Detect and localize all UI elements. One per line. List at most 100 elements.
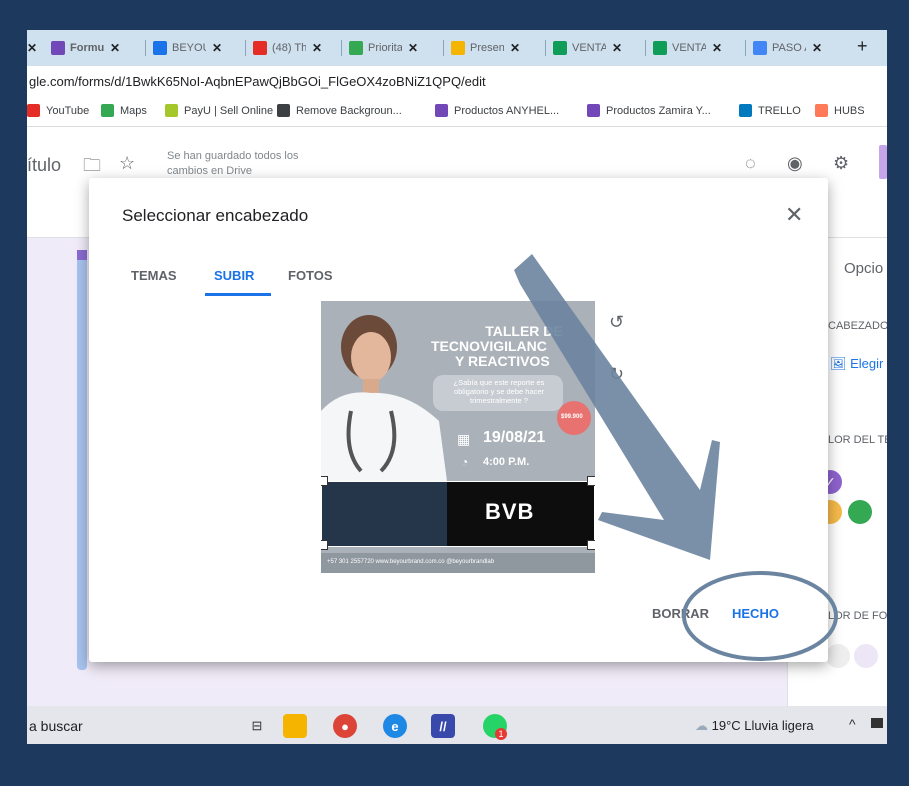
- tab-close-icon[interactable]: ✕: [812, 41, 822, 55]
- poster-time: 4:00 P.M.: [483, 456, 530, 468]
- sheets-icon: [553, 41, 567, 55]
- tab-subir[interactable]: SUBIR: [214, 268, 254, 283]
- save-status: Se han guardado todos los cambios en Dri…: [167, 150, 299, 177]
- nurse-face: [351, 332, 391, 382]
- forms-icon: [51, 41, 65, 55]
- price-badge-text: $99.900: [561, 414, 583, 420]
- crop-handle[interactable]: [321, 540, 328, 550]
- tab-close-icon[interactable]: ✕: [110, 41, 120, 55]
- chrome-icon[interactable]: ●: [333, 714, 357, 738]
- tab-fotos[interactable]: FOTOS: [288, 268, 333, 283]
- done-button[interactable]: HECHO: [732, 606, 779, 621]
- send-button[interactable]: [879, 145, 887, 179]
- crop-frame[interactable]: [321, 481, 595, 547]
- tab-separator: [443, 40, 444, 56]
- bookmark-label: Maps: [120, 104, 147, 117]
- theme-color-swatch[interactable]: [848, 500, 872, 524]
- poster-headline-1: TALLER DE: [485, 323, 563, 339]
- poster-question: ¿Sabía que este reporte es obligatorio y…: [453, 378, 545, 405]
- tab-close-icon[interactable]: ✕: [212, 41, 222, 55]
- dialog-title: Seleccionar encabezado: [122, 206, 309, 225]
- calendar-icon: ▦: [457, 431, 471, 447]
- windows-taskbar: a buscar ⊟ ● e // 1 ☁ 19°C Lluvia ligera…: [27, 706, 887, 744]
- tab-close-partial[interactable]: ✕: [27, 38, 37, 58]
- bookmark-label: Productos ANYHEL...: [454, 104, 560, 117]
- crop-handle[interactable]: [321, 476, 328, 486]
- taskbar-search[interactable]: a buscar: [29, 718, 83, 734]
- bookmark-icon: [815, 104, 828, 117]
- bookmark-item[interactable]: YouTube: [27, 104, 89, 117]
- drive-icon: [349, 41, 363, 55]
- uploaded-image-preview[interactable]: BVB +57 301 2557720 www.beyourbrand.com.…: [321, 301, 595, 573]
- battery-icon: [871, 718, 883, 728]
- bookmark-item[interactable]: Productos ANYHEL...: [435, 104, 559, 117]
- close-icon[interactable]: ✕: [785, 202, 803, 228]
- app-icon[interactable]: //: [431, 714, 455, 738]
- bookmark-item[interactable]: PayU | Sell Online: [165, 104, 273, 117]
- preview-eye-icon[interactable]: ◉: [787, 153, 803, 174]
- weather-icon: ☁: [695, 718, 708, 733]
- bookmark-item[interactable]: Productos Zamira Y...: [587, 104, 711, 117]
- weather-widget[interactable]: ☁ 19°C Lluvia ligera: [695, 718, 814, 734]
- address-bar[interactable]: gle.com/forms/d/1BwkK65NoI-AqbnEPawQjBbG…: [27, 66, 887, 96]
- palette-icon[interactable]: ◌: [745, 153, 756, 174]
- settings-gear-icon[interactable]: ⚙: [833, 153, 849, 174]
- task-view-icon[interactable]: ⊟: [245, 714, 269, 738]
- poster-footer: +57 301 2557720 www.beyourbrand.com.co @…: [327, 559, 495, 565]
- file-explorer-icon[interactable]: [283, 714, 307, 738]
- rotate-right-icon[interactable]: ↻: [609, 364, 624, 385]
- tab-temas[interactable]: TEMAS: [131, 268, 177, 283]
- bookmark-icon: [277, 104, 290, 117]
- bookmark-item[interactable]: Maps: [101, 104, 147, 117]
- bookmark-item[interactable]: HUBS: [815, 104, 865, 117]
- browser-tab[interactable]: VENTA ✕: [553, 38, 622, 58]
- chevron-up-icon[interactable]: ^: [849, 716, 856, 732]
- tab-close-icon[interactable]: ✕: [510, 41, 520, 55]
- bookmark-label: Remove Backgroun...: [296, 104, 402, 117]
- tab-close-icon[interactable]: ✕: [612, 41, 622, 55]
- new-tab-button[interactable]: +: [857, 36, 868, 57]
- browser-tab[interactable]: Formu ✕: [51, 38, 120, 58]
- google-icon: [753, 41, 767, 55]
- browser-tab[interactable]: Priorita ✕: [349, 38, 418, 58]
- bookmark-item[interactable]: TRELLO: [739, 104, 801, 117]
- bookmark-item[interactable]: Remove Backgroun...: [277, 104, 402, 117]
- bg-swatch[interactable]: [826, 644, 850, 668]
- browser-tab[interactable]: (48) Th ✕: [253, 38, 322, 58]
- url-text[interactable]: gle.com/forms/d/1BwkK65NoI-AqbnEPawQjBbG…: [29, 74, 486, 89]
- browser-tab[interactable]: BEYOU ✕: [153, 38, 222, 58]
- star-icon[interactable]: ☆: [119, 153, 135, 174]
- choose-image-link[interactable]: 🖼 Elegir: [830, 356, 883, 372]
- tab-title: (48) Th: [272, 42, 306, 54]
- tab-close-icon[interactable]: ✕: [312, 41, 322, 55]
- bookmarks-bar: YouTube Maps PayU | Sell Online Remove Back…: [27, 96, 887, 127]
- tab-title: Presen: [470, 42, 504, 54]
- browser-tab[interactable]: Presen ✕: [451, 38, 520, 58]
- delete-button[interactable]: BORRAR: [652, 606, 709, 621]
- browser-tab[interactable]: PASO A ✕: [753, 38, 822, 58]
- bookmark-label: PayU | Sell Online: [184, 104, 274, 117]
- form-title[interactable]: ítulo: [27, 155, 61, 176]
- tab-title: PASO A: [772, 42, 806, 54]
- bookmark-label: Productos Zamira Y...: [606, 104, 711, 117]
- poster-date: 19/08/21: [483, 429, 546, 446]
- browser-tab[interactable]: VENTA ✕: [653, 38, 722, 58]
- tab-close-icon[interactable]: ✕: [712, 41, 722, 55]
- select-header-dialog: Seleccionar encabezado ✕ TEMAS SUBIR FOT…: [89, 178, 828, 662]
- tab-separator: [145, 40, 146, 56]
- bookmark-icon: [27, 104, 40, 117]
- edge-icon[interactable]: e: [383, 714, 407, 738]
- crop-handle[interactable]: [587, 476, 595, 486]
- tab-title: VENTA: [572, 42, 606, 54]
- theme-color-label: LOR DEL TE: [828, 434, 887, 446]
- bookmark-icon: [101, 104, 114, 117]
- header-section-label: CABEZADO: [828, 320, 887, 332]
- slides-icon: [451, 41, 465, 55]
- bg-swatch[interactable]: [854, 644, 878, 668]
- tab-title: Priorita: [368, 42, 402, 54]
- tab-separator: [245, 40, 246, 56]
- crop-handle[interactable]: [587, 540, 595, 550]
- rotate-left-icon[interactable]: ↺: [609, 312, 624, 333]
- tab-close-icon[interactable]: ✕: [408, 41, 418, 55]
- poster-headline-2: TECNOVIGILANC: [431, 338, 547, 354]
